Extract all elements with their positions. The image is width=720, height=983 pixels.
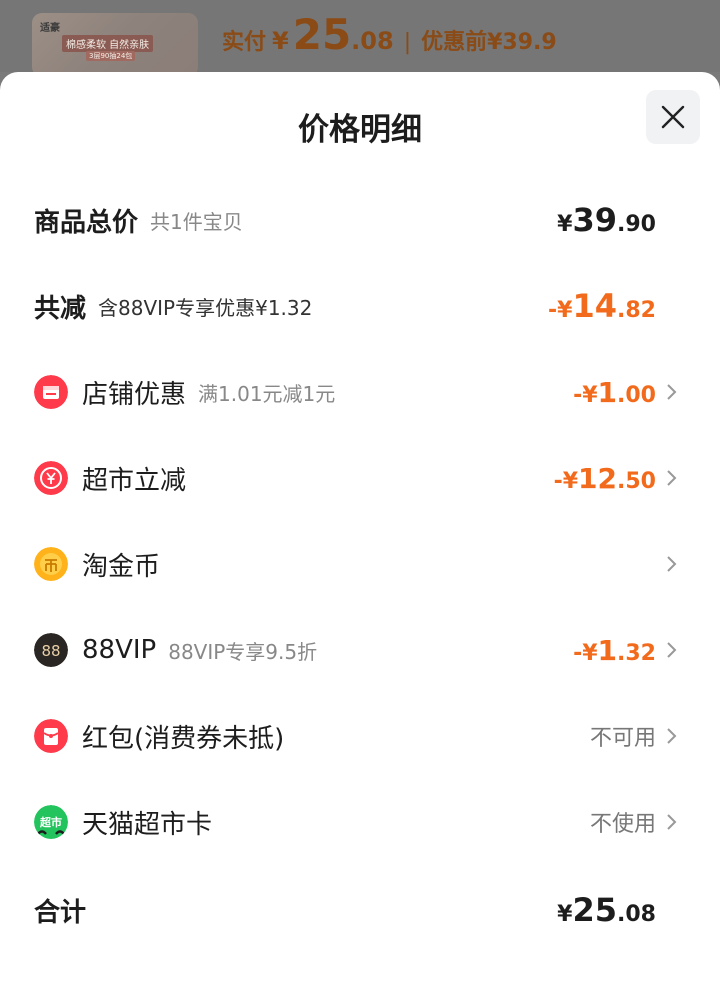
amount-int: 1 <box>597 633 618 667</box>
grand-total-label: 合计 <box>34 897 87 928</box>
close-icon <box>661 105 685 129</box>
paid-label: 实付 <box>222 30 267 55</box>
red-packet-label: 红包(消费券未抵) <box>82 723 285 754</box>
amount-symbol: -¥ <box>573 382 598 408</box>
vip-discount-note: 含88VIP专享优惠¥1.32 <box>98 295 313 320</box>
amount-symbol: -¥ <box>548 298 573 323</box>
amount-symbol: -¥ <box>553 468 579 494</box>
row-grand-total: 合计 ¥ 25 .08 <box>0 880 720 940</box>
goods-total-amount: ¥ 39 .90 <box>557 201 656 239</box>
amount-int: 1 <box>597 375 618 409</box>
close-button[interactable] <box>646 90 700 144</box>
88vip-label: 88VIP <box>82 635 157 665</box>
tmall-card-status: 不使用 <box>589 812 656 837</box>
before-discount: 优惠前¥39.9 <box>421 30 557 55</box>
goods-total-label: 商品总价 <box>34 207 139 238</box>
thumb-slogan: 棉感柔软 自然亲肤 <box>62 35 154 52</box>
amount-int: 12 <box>578 461 618 495</box>
chevron-right-icon <box>667 814 677 830</box>
amount-symbol: ¥ <box>557 902 573 927</box>
amount-symbol: -¥ <box>573 640 598 666</box>
supermarket-discount-label: 超市立减 <box>82 465 187 496</box>
88vip-icon: 88 <box>34 633 68 667</box>
red-packet-status: 不可用 <box>589 726 656 751</box>
store-coupon-icon <box>34 375 68 409</box>
thumb-sub: 3层90抽24包 <box>86 51 136 61</box>
row-tmall-supermarket-card[interactable]: 超市 天猫超市卡 不使用 <box>0 792 720 852</box>
amount-int: 25 <box>572 891 618 929</box>
svg-text:超市: 超市 <box>39 815 62 829</box>
amount-dec: .08 <box>617 902 656 927</box>
row-goods-total: 商品总价 共1件宝贝 ¥ 39 .90 <box>0 190 720 250</box>
row-taojin-coin[interactable]: 淘金币 <box>0 534 720 594</box>
chevron-right-icon <box>667 470 677 486</box>
supermarket-discount-amount: -¥ 12 .50 <box>554 462 656 495</box>
tmall-supermarket-card-icon: 超市 <box>34 805 68 839</box>
store-coupon-label: 店铺优惠 <box>82 379 187 410</box>
chevron-right-icon <box>667 384 677 400</box>
store-coupon-amount: -¥ 1 .00 <box>573 376 656 409</box>
row-store-coupon[interactable]: 店铺优惠 满1.01元减1元 -¥ 1 .00 <box>0 362 720 422</box>
amount-dec: .50 <box>617 468 656 494</box>
amount-symbol: ¥ <box>557 212 573 237</box>
taojin-coin-icon <box>34 547 68 581</box>
tmall-card-label: 天猫超市卡 <box>82 809 213 840</box>
grand-total-amount: ¥ 25 .08 <box>557 891 656 929</box>
price-detail-sheet: 价格明细 商品总价 共1件宝贝 ¥ 39 .90 共减 含88VIP专享优惠¥1… <box>0 72 720 983</box>
paid-dec: .08 <box>351 27 394 55</box>
chevron-right-icon <box>667 642 677 658</box>
row-red-packet[interactable]: 红包(消费券未抵) 不可用 <box>0 706 720 766</box>
red-packet-icon <box>34 719 68 753</box>
taojin-coin-label: 淘金币 <box>82 551 161 582</box>
amount-dec: .00 <box>617 382 656 408</box>
product-thumbnail[interactable]: 适豪 棉感柔软 自然亲肤 3层90抽24包 <box>32 13 198 77</box>
sheet-title: 价格明细 <box>298 112 422 148</box>
paid-amount: 实付 ¥ 25 .08 | 优惠前¥39.9 <box>222 10 557 59</box>
amount-int: 39 <box>572 201 618 239</box>
order-summary-bar: 适豪 棉感柔软 自然亲肤 3层90抽24包 实付 ¥ 25 .08 | 优惠前¥… <box>0 0 720 77</box>
row-88vip[interactable]: 88 88VIP 88VIP专享9.5折 -¥ 1 .32 <box>0 620 720 680</box>
row-total-discount: 共减 含88VIP专享优惠¥1.32 -¥ 14 .82 <box>0 276 720 336</box>
chevron-right-icon <box>667 728 677 744</box>
total-discount-label: 共减 <box>34 293 87 324</box>
amount-dec: .32 <box>617 640 656 666</box>
paid-int: 25 <box>292 10 352 59</box>
goods-count: 共1件宝贝 <box>150 209 243 234</box>
store-coupon-rule: 满1.01元减1元 <box>198 381 336 406</box>
amount-dec: .90 <box>617 212 656 237</box>
amount-int: 14 <box>572 287 618 325</box>
88vip-amount: -¥ 1 .32 <box>573 634 656 667</box>
thumb-brand: 适豪 <box>40 23 60 34</box>
chevron-right-icon <box>667 556 677 572</box>
paid-yen: ¥ <box>272 27 289 55</box>
separator: | <box>403 30 412 55</box>
total-discount-amount: -¥ 14 .82 <box>548 287 656 325</box>
row-supermarket-discount[interactable]: 超市立减 -¥ 12 .50 <box>0 448 720 508</box>
88vip-rule: 88VIP专享9.5折 <box>168 639 318 664</box>
svg-text:88: 88 <box>41 642 60 660</box>
supermarket-discount-icon <box>34 461 68 495</box>
amount-dec: .82 <box>617 298 656 323</box>
